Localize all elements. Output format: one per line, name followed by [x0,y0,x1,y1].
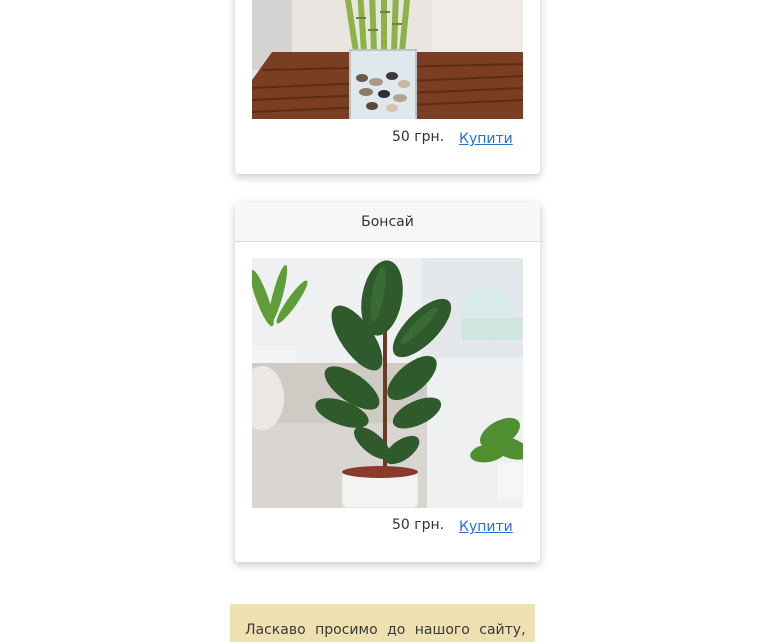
page: 50 грн. Купити Бонсай 50 грн. Купити Лас… [0,0,764,642]
welcome-text: Ласкаво просимо до нашого сайту, [245,622,526,638]
lucky-bamboo-photo-icon [252,0,523,119]
product-card: Бонсай 50 грн. Купити [235,202,540,562]
price-label: 50 грн. [392,517,445,533]
price-row: 50 грн. Купити [235,129,540,149]
welcome-banner: Ласкаво просимо до нашого сайту, [230,604,535,642]
rubber-plant-photo-icon [252,258,523,508]
price-label: 50 грн. [392,129,445,145]
buy-link[interactable]: Купити [459,519,513,535]
product-card: 50 грн. Купити [235,0,540,174]
product-title: Бонсай [235,202,540,242]
product-image [252,258,523,508]
product-image [252,0,523,119]
price-row: 50 грн. Купити [235,517,540,537]
buy-link[interactable]: Купити [459,131,513,147]
